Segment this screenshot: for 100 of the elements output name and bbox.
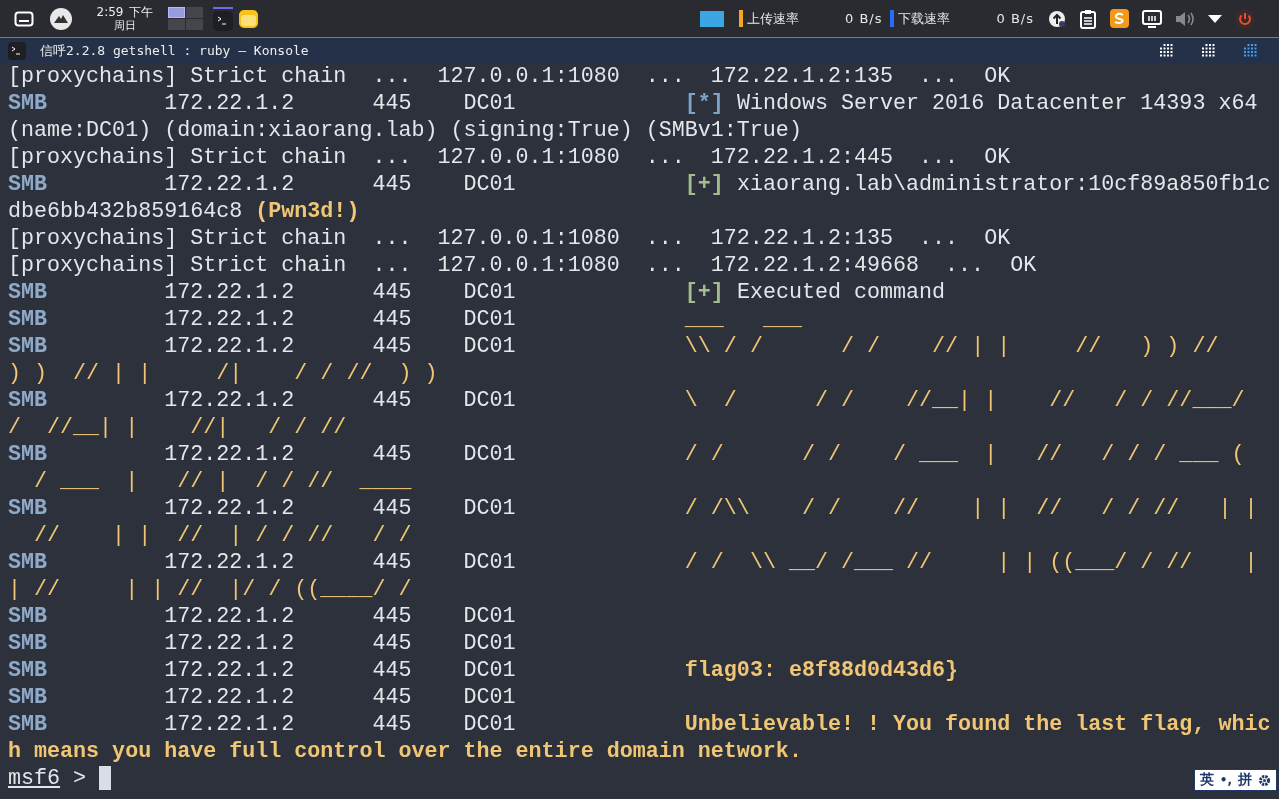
power-icon[interactable] bbox=[1234, 8, 1255, 29]
module-label: SMB bbox=[8, 388, 48, 413]
terminal-text: 445 bbox=[372, 712, 412, 737]
terminal-text: 445 bbox=[372, 658, 412, 683]
terminal-text: 172.22.1.2 bbox=[164, 631, 295, 656]
download-indicator-bar bbox=[890, 10, 895, 27]
clock-period: 下午 bbox=[129, 5, 154, 19]
window-title: 信呼2.2.8 getshell : ruby — Konsole bbox=[40, 41, 309, 60]
terminal-text: 172.22.1.2 bbox=[164, 307, 295, 332]
workspace-thumbnail[interactable] bbox=[186, 7, 203, 18]
show-desktop-icon[interactable] bbox=[14, 10, 34, 27]
monitor-icon[interactable] bbox=[1141, 9, 1162, 28]
highlight-text: h means you have full control over the entire domain network. bbox=[8, 739, 802, 764]
terminal-text: 172.22.1.2 bbox=[164, 334, 295, 359]
info-marker: [*] bbox=[684, 91, 724, 116]
module-label: SMB bbox=[8, 280, 48, 305]
terminal-text: DC01 bbox=[463, 334, 516, 359]
terminal-text: ... bbox=[945, 253, 985, 278]
terminal-text: DC01 bbox=[463, 604, 516, 629]
caret-down-icon[interactable] bbox=[1207, 14, 1222, 23]
terminal-text: OK bbox=[1010, 253, 1037, 278]
terminal-text: ... bbox=[919, 64, 959, 89]
download-rate-value: 0 B/s bbox=[996, 11, 1034, 26]
terminal-text: 445 bbox=[372, 496, 412, 521]
terminal-text: 445 bbox=[372, 550, 412, 575]
ascii-art-text: / //__| | //| / / // bbox=[8, 415, 347, 440]
workspace-thumbnail[interactable] bbox=[168, 19, 185, 30]
terminal-text: OK bbox=[984, 145, 1011, 170]
terminal-text: 172.22.1.2 bbox=[164, 280, 295, 305]
terminal-text: ... bbox=[645, 145, 685, 170]
terminal-text: ... bbox=[645, 64, 685, 89]
terminal-text: DC01 bbox=[463, 631, 516, 656]
terminal-text: DC01 bbox=[463, 685, 516, 710]
terminal-text: DC01 bbox=[463, 280, 516, 305]
terminal-text: 127.0.0.1:1080 bbox=[437, 64, 620, 89]
module-label: SMB bbox=[8, 685, 48, 710]
module-label: SMB bbox=[8, 91, 48, 116]
terminal-text: ... bbox=[919, 145, 959, 170]
terminal-text: 445 bbox=[372, 631, 412, 656]
upload-indicator-bar bbox=[739, 10, 743, 27]
terminal-text: DC01 bbox=[463, 712, 516, 737]
terminal-text: ... bbox=[372, 253, 412, 278]
terminal-text: DC01 bbox=[463, 307, 516, 332]
ascii-art-text: ) ) // | | /| / / // ) ) bbox=[8, 361, 438, 386]
success-marker: [+] bbox=[684, 172, 724, 197]
terminal-text: 172.22.1.2:135 bbox=[710, 226, 894, 251]
terminal-text: ... bbox=[919, 226, 959, 251]
terminal-text: 172.22.1.2 bbox=[164, 91, 295, 116]
text-cursor bbox=[99, 766, 112, 791]
terminal-text: 172.22.1.2:445 bbox=[710, 145, 894, 170]
module-label: SMB bbox=[8, 631, 48, 656]
ascii-art-text: \ / / / //__| | // / / //___/ bbox=[684, 388, 1245, 413]
ime-language: 英 bbox=[1199, 771, 1214, 789]
terminal-text: 445 bbox=[372, 388, 412, 413]
terminal-text: 445 bbox=[372, 307, 412, 332]
folder-icon[interactable] bbox=[239, 9, 258, 28]
terminal-text: [proxychains] Strict chain bbox=[8, 226, 347, 251]
highlight-text: (Pwn3d!) bbox=[255, 199, 360, 224]
terminal-text: 172.22.1.2:49668 bbox=[710, 253, 920, 278]
terminal-text: 172.22.1.2:135 bbox=[710, 64, 894, 89]
clipboard-icon[interactable] bbox=[1078, 8, 1097, 29]
terminal-text: OK bbox=[984, 64, 1011, 89]
clock-weekday: 周日 bbox=[114, 18, 136, 32]
terminal-text: 445 bbox=[372, 172, 412, 197]
workspace-thumbnail[interactable] bbox=[186, 19, 203, 30]
ascii-art-text: // | | // | / / // / / bbox=[34, 523, 412, 548]
module-label: SMB bbox=[8, 550, 48, 575]
input-method-s-icon[interactable] bbox=[1109, 9, 1129, 28]
terminal-icon[interactable] bbox=[213, 10, 233, 31]
terminal-text: 445 bbox=[372, 280, 412, 305]
terminal-text: DC01 bbox=[463, 388, 516, 413]
highlight-text: flag03: e8f88d0d43d6} bbox=[684, 658, 959, 683]
success-marker: [+] bbox=[684, 280, 724, 305]
terminal-text: 445 bbox=[372, 685, 412, 710]
ascii-art-text: / /\\ / / // | | // / / // | | bbox=[684, 496, 1258, 521]
terminal-text: 172.22.1.2 bbox=[164, 685, 295, 710]
workspace-thumbnail[interactable] bbox=[168, 7, 185, 18]
module-label: SMB bbox=[8, 658, 48, 683]
module-label: SMB bbox=[8, 307, 48, 332]
window-preview-icon[interactable] bbox=[700, 10, 724, 27]
module-label: SMB bbox=[8, 172, 48, 197]
terminal-text: DC01 bbox=[463, 91, 516, 116]
launcher-logo-icon[interactable] bbox=[50, 7, 72, 30]
module-label: SMB bbox=[8, 712, 48, 737]
module-label: SMB bbox=[8, 442, 48, 467]
terminal-text: ... bbox=[645, 253, 685, 278]
prompt-name: msf6 bbox=[8, 766, 61, 791]
terminal-text: 172.22.1.2 bbox=[164, 388, 295, 413]
terminal-text: ... bbox=[645, 226, 685, 251]
settings-icon bbox=[1258, 773, 1271, 787]
terminal-text: 445 bbox=[372, 91, 412, 116]
upload-rate-label: 上传速率 bbox=[747, 9, 800, 28]
volume-icon[interactable] bbox=[1174, 10, 1195, 27]
terminal-text: 172.22.1.2 bbox=[164, 658, 295, 683]
input-method-indicator[interactable]: 英 •, 拼 bbox=[1193, 769, 1277, 791]
ascii-art-text: \\ / / / / // | | // ) ) // bbox=[684, 334, 1219, 359]
download-rate-label: 下载速率 bbox=[898, 9, 952, 28]
terminal-text: 172.22.1.2 bbox=[164, 442, 295, 467]
terminal-text: 445 bbox=[372, 604, 412, 629]
ascii-art-text: / / \\ __/ /___ // | | ((___/ / // | bbox=[684, 550, 1258, 575]
